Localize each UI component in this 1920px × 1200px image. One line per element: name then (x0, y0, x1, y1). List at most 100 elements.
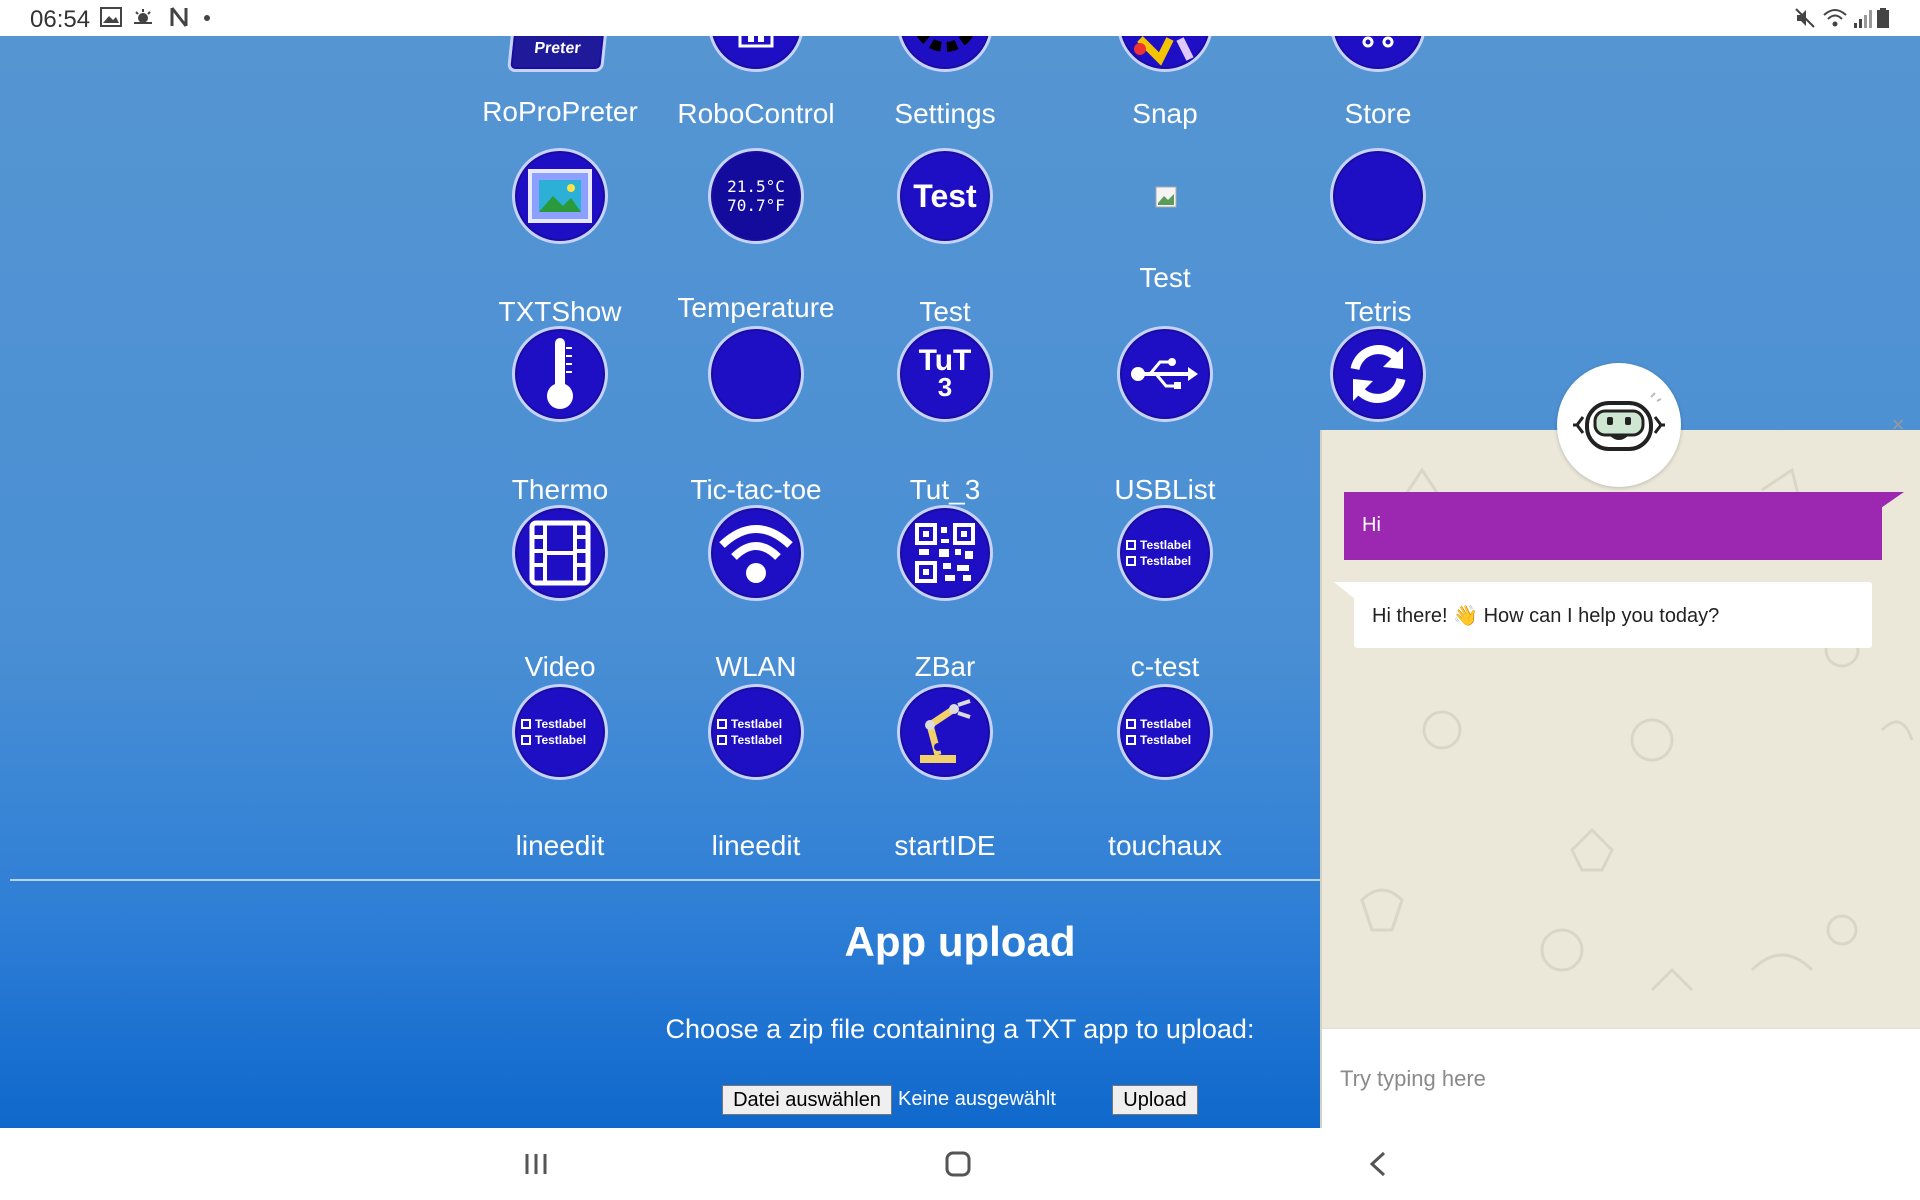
battery-icon (1877, 8, 1889, 28)
android-nav-bar (0, 1128, 1920, 1200)
app-tile-thermo[interactable]: Thermo (450, 326, 670, 505)
bot-message-bubble: Hi there! 👋 How can I help you today? (1354, 582, 1872, 648)
app-tile-usblist[interactable]: USBList (1055, 326, 1275, 505)
upload-title: App upload (844, 918, 1076, 965)
app-tile-lineedit-1[interactable]: Testlabel Testlabel lineedit (450, 684, 670, 861)
home-icon (945, 1151, 971, 1177)
app-label: Tetris (1344, 296, 1412, 327)
app-label: c-test (1130, 651, 1200, 682)
qr-code-icon (897, 505, 993, 601)
app-label: Thermo (511, 474, 609, 505)
app-tile-store[interactable]: Store (1268, 36, 1488, 136)
blank-circle-icon (708, 326, 804, 422)
test-text-icon: Test (897, 148, 993, 244)
back-icon (1369, 1151, 1386, 1177)
refresh-icon (1330, 326, 1426, 422)
robot-face-icon (1573, 392, 1665, 451)
app-label: Test (1139, 262, 1191, 293)
app-label: Test (919, 296, 971, 327)
app-label: touchaux (1108, 830, 1222, 861)
tut3-icon: TuT 3 (897, 326, 993, 422)
app-tile-startide[interactable]: startIDE (835, 684, 1055, 861)
app-label: TXTShow (498, 296, 622, 327)
signal-icon (1854, 10, 1872, 28)
app-label: lineedit (515, 830, 605, 861)
app-tile-ctest[interactable]: Testlabel Testlabel c-test (1055, 505, 1275, 682)
settings-gear-icon (897, 36, 993, 72)
testlabel-icon: Testlabel Testlabel (708, 684, 804, 780)
picture-frame-icon (512, 148, 608, 244)
netflix-icon (170, 7, 188, 27)
app-tile-wlan[interactable]: WLAN (646, 505, 866, 682)
app-label: RoboControl (677, 98, 835, 129)
chat-input-area (1322, 1028, 1920, 1128)
app-label: Tic-tac-toe (690, 474, 822, 505)
mute-icon (1795, 8, 1815, 28)
chat-widget: Hi Hi there! 👋 How can I help you today? (1320, 430, 1920, 1128)
temperature-readout-icon: 21.5°C 70.7°F (708, 148, 804, 244)
app-tile-lineedit-2[interactable]: Testlabel Testlabel lineedit (646, 684, 866, 861)
app-label: RoProPreter (482, 96, 638, 127)
chatbot-avatar[interactable] (1557, 363, 1681, 487)
user-message-bubble: Hi (1344, 492, 1882, 560)
app-label: Video (524, 651, 596, 682)
app-label: Snap (1132, 98, 1198, 129)
roppreter-icon: Preter (506, 36, 614, 72)
chat-input[interactable] (1340, 1059, 1900, 1099)
usb-icon (1117, 326, 1213, 422)
file-status: Keine ausgewählt (898, 1088, 1056, 1110)
testlabel-icon: Testlabel Testlabel (512, 684, 608, 780)
upload-button[interactable]: Upload (1112, 1085, 1198, 1115)
robot-arm-icon (897, 684, 993, 780)
testlabel-icon: Testlabel Testlabel (1117, 684, 1213, 780)
wifi-status-icon (1823, 9, 1847, 27)
home-button[interactable] (936, 1144, 980, 1184)
section-divider (10, 879, 1320, 881)
app-tile-robocontrol[interactable]: RoboControl (646, 36, 866, 136)
app-tile-roppreter[interactable]: Preter RoProPreter (450, 36, 670, 136)
recent-apps-icon (525, 1154, 547, 1174)
broken-image-icon (1155, 186, 1177, 208)
app-tile-test[interactable]: Test Test (835, 148, 1055, 327)
store-icon (1330, 36, 1426, 72)
snap-icon (1117, 36, 1213, 72)
app-tile-test-broken[interactable]: Test (1055, 148, 1275, 308)
app-tile-touchaux[interactable]: Testlabel Testlabel touchaux (1055, 684, 1275, 861)
app-tile-temperature[interactable]: 21.5°C 70.7°F Temperature (646, 148, 866, 323)
wifi-icon (708, 505, 804, 601)
film-strip-icon (512, 505, 608, 601)
app-tile-zbar[interactable]: ZBar (835, 505, 1055, 682)
recent-apps-button[interactable] (514, 1144, 558, 1184)
testlabel-icon: Testlabel Testlabel (1117, 505, 1213, 601)
status-time: 06:54 (30, 6, 91, 33)
app-tile-video[interactable]: Video (450, 505, 670, 682)
upload-description: Choose a zip file containing a TXT app t… (665, 1014, 1255, 1044)
app-tile-tut3[interactable]: TuT 3 Tut_3 (835, 326, 1055, 505)
notification-dot-icon (204, 15, 210, 21)
choose-file-button[interactable]: Datei auswählen (722, 1085, 892, 1115)
gallery-icon (100, 7, 122, 27)
app-label: startIDE (894, 830, 996, 861)
app-tile-tetris[interactable]: Tetris (1268, 148, 1488, 327)
app-label: Store (1344, 98, 1412, 129)
blank-circle-icon (1330, 148, 1426, 244)
app-label: WLAN (715, 651, 797, 682)
app-label: ZBar (914, 651, 976, 682)
status-bar: 06:54 (0, 0, 1920, 36)
app-label: Temperature (677, 292, 835, 323)
bot-message-tail (1334, 582, 1356, 600)
chat-close-icon[interactable]: × (1887, 414, 1909, 436)
app-label: USBList (1114, 474, 1216, 505)
app-tile-txtshow[interactable]: TXTShow (450, 148, 670, 327)
app-label: Tut_3 (909, 474, 981, 505)
app-label: Settings (894, 98, 996, 129)
app-tile-settings[interactable]: Settings (835, 36, 1055, 136)
app-tile-snap[interactable]: Snap (1055, 36, 1275, 136)
robocontrol-icon (708, 36, 804, 72)
weather-icon (134, 9, 152, 24)
app-tile-tictactoe[interactable]: Tic-tac-toe (646, 326, 866, 505)
back-button[interactable] (1356, 1144, 1400, 1184)
user-message-tail (1878, 492, 1904, 510)
thermometer-icon (512, 326, 608, 422)
app-label: lineedit (711, 830, 801, 861)
